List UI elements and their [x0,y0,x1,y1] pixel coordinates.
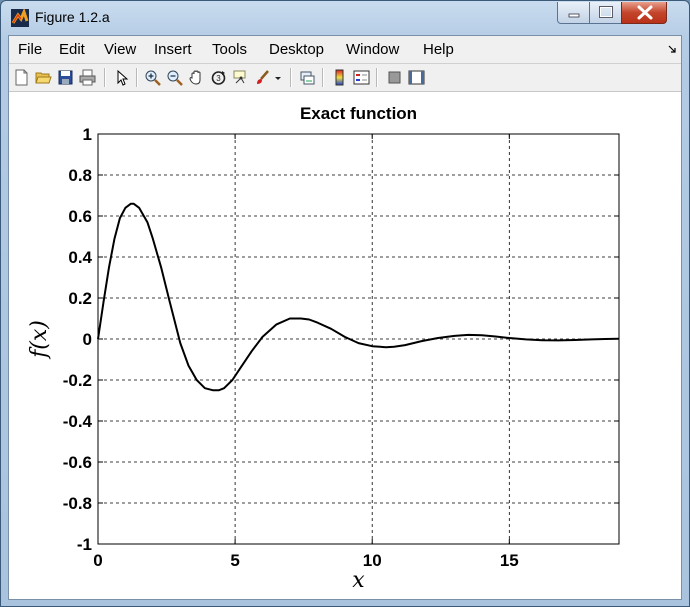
y-tick-label: -0.8 [63,494,92,513]
y-tick-label: 0.6 [68,207,92,226]
x-tick-label: 5 [230,551,239,570]
x-tick-label: 15 [500,551,519,570]
plot-axes: 0 5 10 15 1 0.8 0.6 0.4 0.2 0 -0.2 -0.4 -0.6 -0.8 -1 Ex… [27,104,620,593]
y-tick-label: 0.8 [68,166,92,185]
y-tick-label: 1 [83,125,92,144]
chart-title: Exact function [300,104,417,123]
y-tick-label: -0.4 [63,412,93,431]
y-tick-label: -1 [77,535,92,554]
y-tick-label: -0.2 [63,371,92,390]
figure-window: Figure 1.2.a File Edit View Insert Tools… [0,0,690,607]
figure-client-area: File Edit View Insert Tools Desktop Wind… [8,35,682,600]
figure-canvas[interactable]: 0 5 10 15 1 0.8 0.6 0.4 0.2 0 -0.2 -0.4 -0.6 -0.8 -1 Ex… [9,92,681,599]
y-tick-label: 0.2 [68,289,92,308]
y-tick-label: 0.4 [68,248,92,267]
y-tick-label: -0.6 [63,453,92,472]
y-axis-label: f(x) [27,320,52,360]
x-axis-label: x [352,568,365,593]
y-tick-label: 0 [83,330,92,349]
x-tick-label: 0 [93,551,102,570]
x-tick-label: 10 [363,551,382,570]
